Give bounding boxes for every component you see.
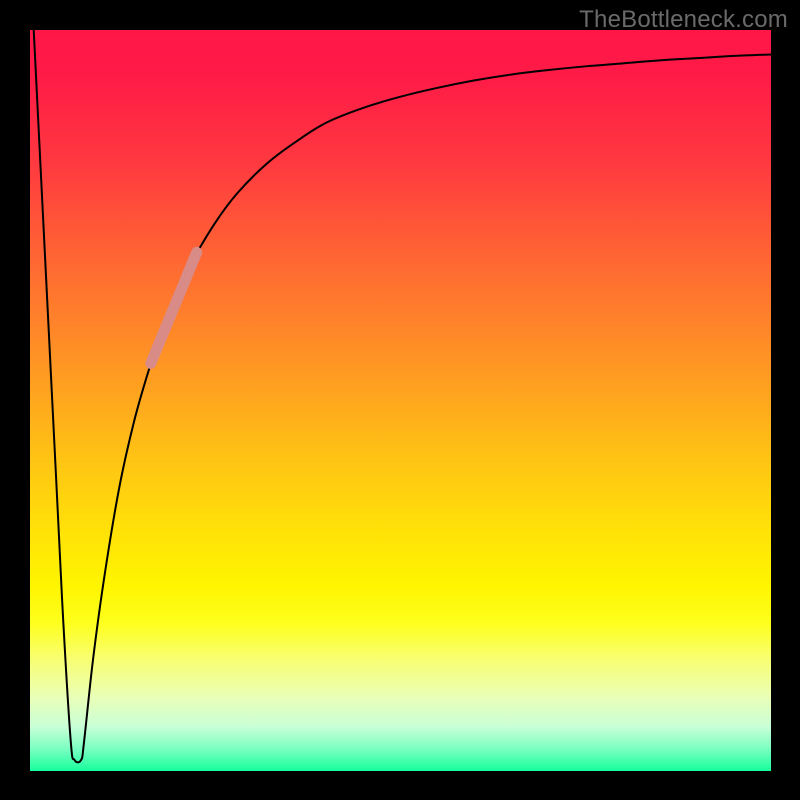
plot-area: [30, 30, 771, 771]
bottleneck-curve: [34, 30, 771, 762]
curve-svg: [30, 30, 771, 771]
chart-container: TheBottleneck.com: [0, 0, 800, 800]
highlight-segment: [151, 252, 197, 363]
